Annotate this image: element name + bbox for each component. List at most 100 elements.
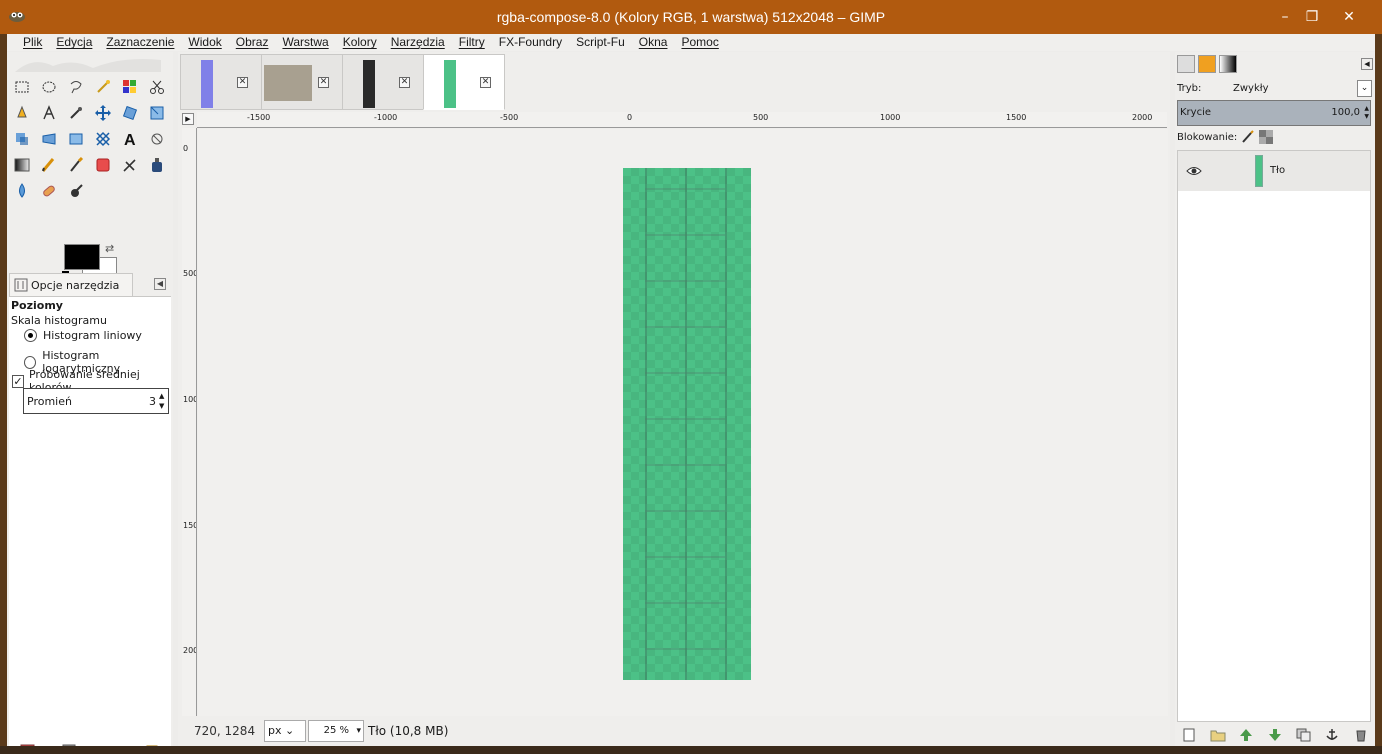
sample-average-checkbox[interactable]: ✓: [12, 374, 24, 388]
layer-row[interactable]: Tło: [1178, 151, 1370, 191]
lower-layer-icon[interactable]: [1267, 728, 1283, 742]
spinner-arrows-icon[interactable]: ▲ ▼: [1364, 105, 1369, 121]
color-picker-icon[interactable]: [65, 102, 87, 124]
restore-button[interactable]: ❐: [1297, 6, 1327, 28]
toolbox: A ⇄ Opcje narzędzia ◀ Poziomy Skala hist…: [7, 52, 173, 754]
scale-icon[interactable]: [38, 128, 60, 150]
perspective-icon[interactable]: [92, 128, 114, 150]
blend-icon[interactable]: [11, 154, 33, 176]
close-button[interactable]: ✕: [1334, 6, 1364, 28]
close-tab-icon[interactable]: ✕: [399, 77, 410, 88]
radio-log-indicator[interactable]: [24, 355, 37, 369]
opacity-slider[interactable]: Krycie 100,0 ▲ ▼: [1177, 100, 1371, 126]
menu-zaznaczenie[interactable]: Zaznaczenie: [99, 34, 181, 51]
layers-tab-icon[interactable]: [1177, 55, 1195, 73]
new-layer-icon[interactable]: [1181, 728, 1197, 742]
raise-layer-icon[interactable]: [1238, 728, 1254, 742]
minimize-button[interactable]: –: [1270, 6, 1300, 28]
menu-kolory[interactable]: Kolory: [336, 34, 384, 51]
crop-icon[interactable]: [146, 102, 168, 124]
texture-line: [645, 602, 725, 604]
fuzzy-select-icon[interactable]: [92, 76, 114, 98]
clone-icon[interactable]: [11, 180, 33, 202]
gradients-tab-icon[interactable]: [1219, 55, 1237, 73]
ruler-label: 1000: [880, 113, 901, 122]
menu-script-fu[interactable]: Script-Fu: [569, 34, 632, 51]
radio-linear-histogram[interactable]: Histogram liniowy: [24, 329, 142, 342]
heal-icon[interactable]: [38, 180, 60, 202]
move-icon[interactable]: [92, 102, 114, 124]
vertical-ruler[interactable]: 0 500 1000 1500 2000: [182, 128, 197, 716]
channels-tab-icon[interactable]: [1198, 55, 1216, 73]
radius-spinner[interactable]: Promień 3 ▲ ▼: [23, 388, 169, 414]
image-canvas[interactable]: [198, 129, 1168, 716]
mode-dropdown-icon[interactable]: ⌄: [1357, 80, 1372, 97]
menu-warstwa[interactable]: Warstwa: [275, 34, 335, 51]
new-layer-group-icon[interactable]: [1210, 728, 1226, 742]
swap-colors-icon[interactable]: ⇄: [105, 242, 114, 255]
eraser-icon[interactable]: [92, 154, 114, 176]
delete-layer-icon[interactable]: [1353, 728, 1369, 742]
tab-tool-options[interactable]: Opcje narzędzia: [9, 273, 133, 296]
rect-select-icon[interactable]: [11, 76, 33, 98]
scissors-icon[interactable]: [146, 76, 168, 98]
menu-filtry[interactable]: Filtry: [452, 34, 492, 51]
airbrush-icon[interactable]: [119, 154, 141, 176]
image-tab-2[interactable]: ✕: [261, 54, 343, 110]
menu-plik[interactable]: Plik: [16, 34, 49, 51]
close-tab-icon[interactable]: ✕: [318, 77, 329, 88]
menu-narzedzia[interactable]: Narzędzia: [384, 34, 452, 51]
ruler-label: 2000: [1132, 113, 1153, 122]
close-tab-icon[interactable]: ✕: [480, 77, 491, 88]
tool-title: Poziomy: [11, 299, 63, 312]
image-layer-content[interactable]: [623, 168, 751, 680]
radius-value[interactable]: 3: [149, 395, 156, 408]
radio-linear-indicator[interactable]: [24, 329, 37, 342]
smudge-icon[interactable]: [65, 180, 87, 202]
spinner-arrows-icon[interactable]: ▲ ▼: [159, 391, 167, 411]
layer-name[interactable]: Tło: [1270, 165, 1285, 176]
menu-okna[interactable]: Okna: [632, 34, 675, 51]
menu-edycja[interactable]: Edycja: [49, 34, 99, 51]
pencil-icon[interactable]: [38, 154, 60, 176]
duplicate-layer-icon[interactable]: [1296, 728, 1312, 742]
paintbrush-icon[interactable]: [65, 154, 87, 176]
free-select-icon[interactable]: [65, 76, 87, 98]
zoom-select[interactable]: 25 % ▾: [308, 720, 364, 742]
image-tab-4-active[interactable]: ✕: [423, 54, 505, 110]
menu-pomoc[interactable]: Pomoc: [674, 34, 725, 51]
close-tab-icon[interactable]: ✕: [237, 77, 248, 88]
align-icon[interactable]: [119, 102, 141, 124]
image-thumbnail: [201, 60, 213, 108]
flip-icon[interactable]: [146, 128, 168, 150]
shear-icon[interactable]: [65, 128, 87, 150]
anchor-layer-icon[interactable]: [1324, 728, 1340, 742]
ellipse-select-icon[interactable]: [38, 76, 60, 98]
mode-value[interactable]: Zwykły: [1233, 83, 1269, 94]
ink-icon[interactable]: [146, 154, 168, 176]
rotate-icon[interactable]: [11, 128, 33, 150]
unit-select[interactable]: px ⌄: [264, 720, 306, 742]
chevron-down-icon[interactable]: ▾: [356, 721, 361, 741]
lock-alpha-icon[interactable]: [1259, 130, 1274, 144]
menu-obraz[interactable]: Obraz: [229, 34, 276, 51]
image-tab-1[interactable]: ✕: [180, 54, 262, 110]
color-select-icon[interactable]: [119, 76, 141, 98]
mode-label: Tryb:: [1177, 83, 1202, 94]
eye-visibility-icon[interactable]: [1186, 165, 1202, 177]
lock-pixels-icon[interactable]: [1241, 130, 1255, 144]
paths-icon[interactable]: [38, 102, 60, 124]
dock-menu-icon[interactable]: ◀: [1361, 58, 1373, 70]
foreground-select-icon[interactable]: [11, 102, 33, 124]
layers-footer: [1175, 724, 1375, 746]
ruler-label: 1500: [1006, 113, 1027, 122]
horizontal-ruler[interactable]: -1500 -1000 -500 0 500 1000 1500 2000: [197, 112, 1167, 128]
panel-menu-icon[interactable]: ◀: [154, 278, 166, 290]
quick-mask-toggle-icon[interactable]: ▶: [182, 113, 194, 125]
foreground-color[interactable]: [64, 244, 100, 270]
menu-fx-foundry[interactable]: FX-Foundry: [492, 34, 569, 51]
menu-widok[interactable]: Widok: [181, 34, 228, 51]
text-icon[interactable]: A: [119, 128, 141, 150]
image-tab-3[interactable]: ✕: [342, 54, 424, 110]
opacity-value[interactable]: 100,0: [1331, 101, 1360, 125]
